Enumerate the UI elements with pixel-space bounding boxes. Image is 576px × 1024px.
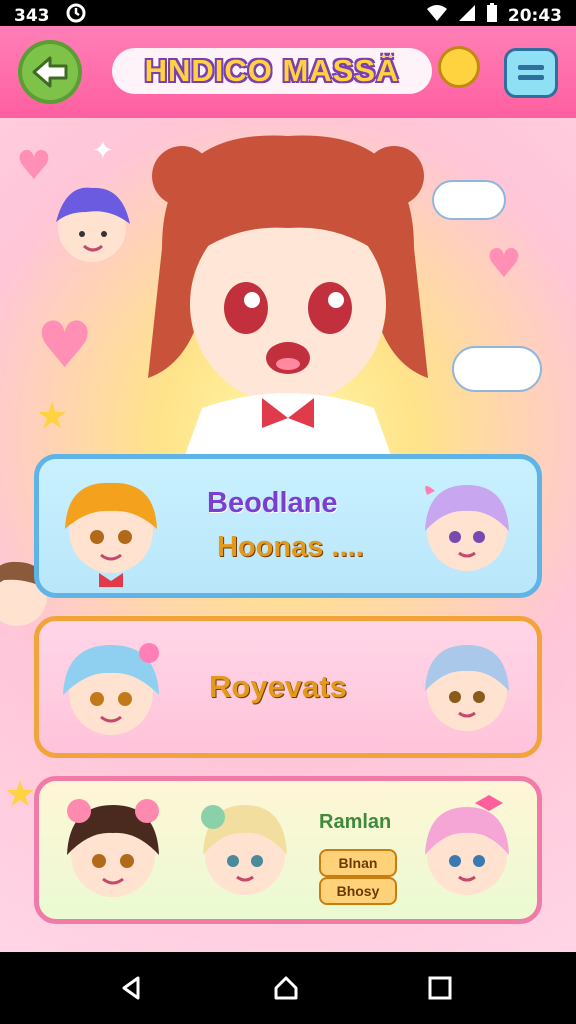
card-title-line1: Beodlane xyxy=(207,487,338,519)
app-title: HNDICO MASSÄ xyxy=(112,48,432,94)
nav-back-icon[interactable] xyxy=(118,974,146,1002)
cloud-decoration xyxy=(452,346,542,392)
status-left-text: 343 xyxy=(14,5,50,26)
system-nav-bar xyxy=(0,952,576,1024)
card-title-line2: Hoonas .... xyxy=(217,531,364,563)
nav-home-icon[interactable] xyxy=(272,974,300,1002)
back-button[interactable] xyxy=(18,40,82,104)
menu-card-1[interactable]: Beodlane Hoonas .... xyxy=(34,454,542,598)
star-icon: ★ xyxy=(36,396,69,437)
character-blonde-hair-avatar xyxy=(201,805,287,895)
menu-card-2[interactable]: Royevats xyxy=(34,616,542,758)
hamburger-icon xyxy=(518,65,544,80)
character-purple-hair-avatar xyxy=(425,485,509,571)
main-character-illustration xyxy=(148,135,428,458)
character-orange-hair-avatar xyxy=(65,482,157,587)
menu-button[interactable] xyxy=(504,48,558,98)
status-time: 20:43 xyxy=(507,5,562,26)
wifi-icon xyxy=(426,4,448,27)
signal-icon xyxy=(458,4,476,27)
character-lightblue-hair-avatar xyxy=(425,645,509,731)
battery-icon xyxy=(486,3,498,28)
mini-character-blue xyxy=(56,187,130,262)
card-title: Ramlan xyxy=(319,811,392,833)
status-bar: 343 20:43 xyxy=(0,0,576,26)
card-title: Royevats xyxy=(209,669,347,704)
character-brown-hair-avatar xyxy=(67,799,159,897)
menu-card-3[interactable]: Ramlan Blnan Bhosy xyxy=(34,776,542,924)
sparkle-icon: ✦ xyxy=(92,136,114,166)
character-blue-hair-avatar xyxy=(63,643,159,735)
cloud-decoration xyxy=(432,180,506,220)
card-pill-button[interactable]: Bhosy xyxy=(319,877,397,905)
card-pill-button[interactable]: Blnan xyxy=(319,849,397,877)
character-pink-hair-avatar xyxy=(425,795,509,895)
nav-recents-icon[interactable] xyxy=(426,974,454,1002)
star-icon: ★ xyxy=(4,774,37,815)
heart-icon: ♥ xyxy=(36,309,94,383)
arrow-left-icon xyxy=(32,56,68,88)
app-bar: HNDICO MASSÄ xyxy=(0,26,576,118)
heart-icon: ♥ xyxy=(486,241,522,287)
smiley-icon xyxy=(438,46,480,88)
alarm-icon xyxy=(66,3,86,28)
